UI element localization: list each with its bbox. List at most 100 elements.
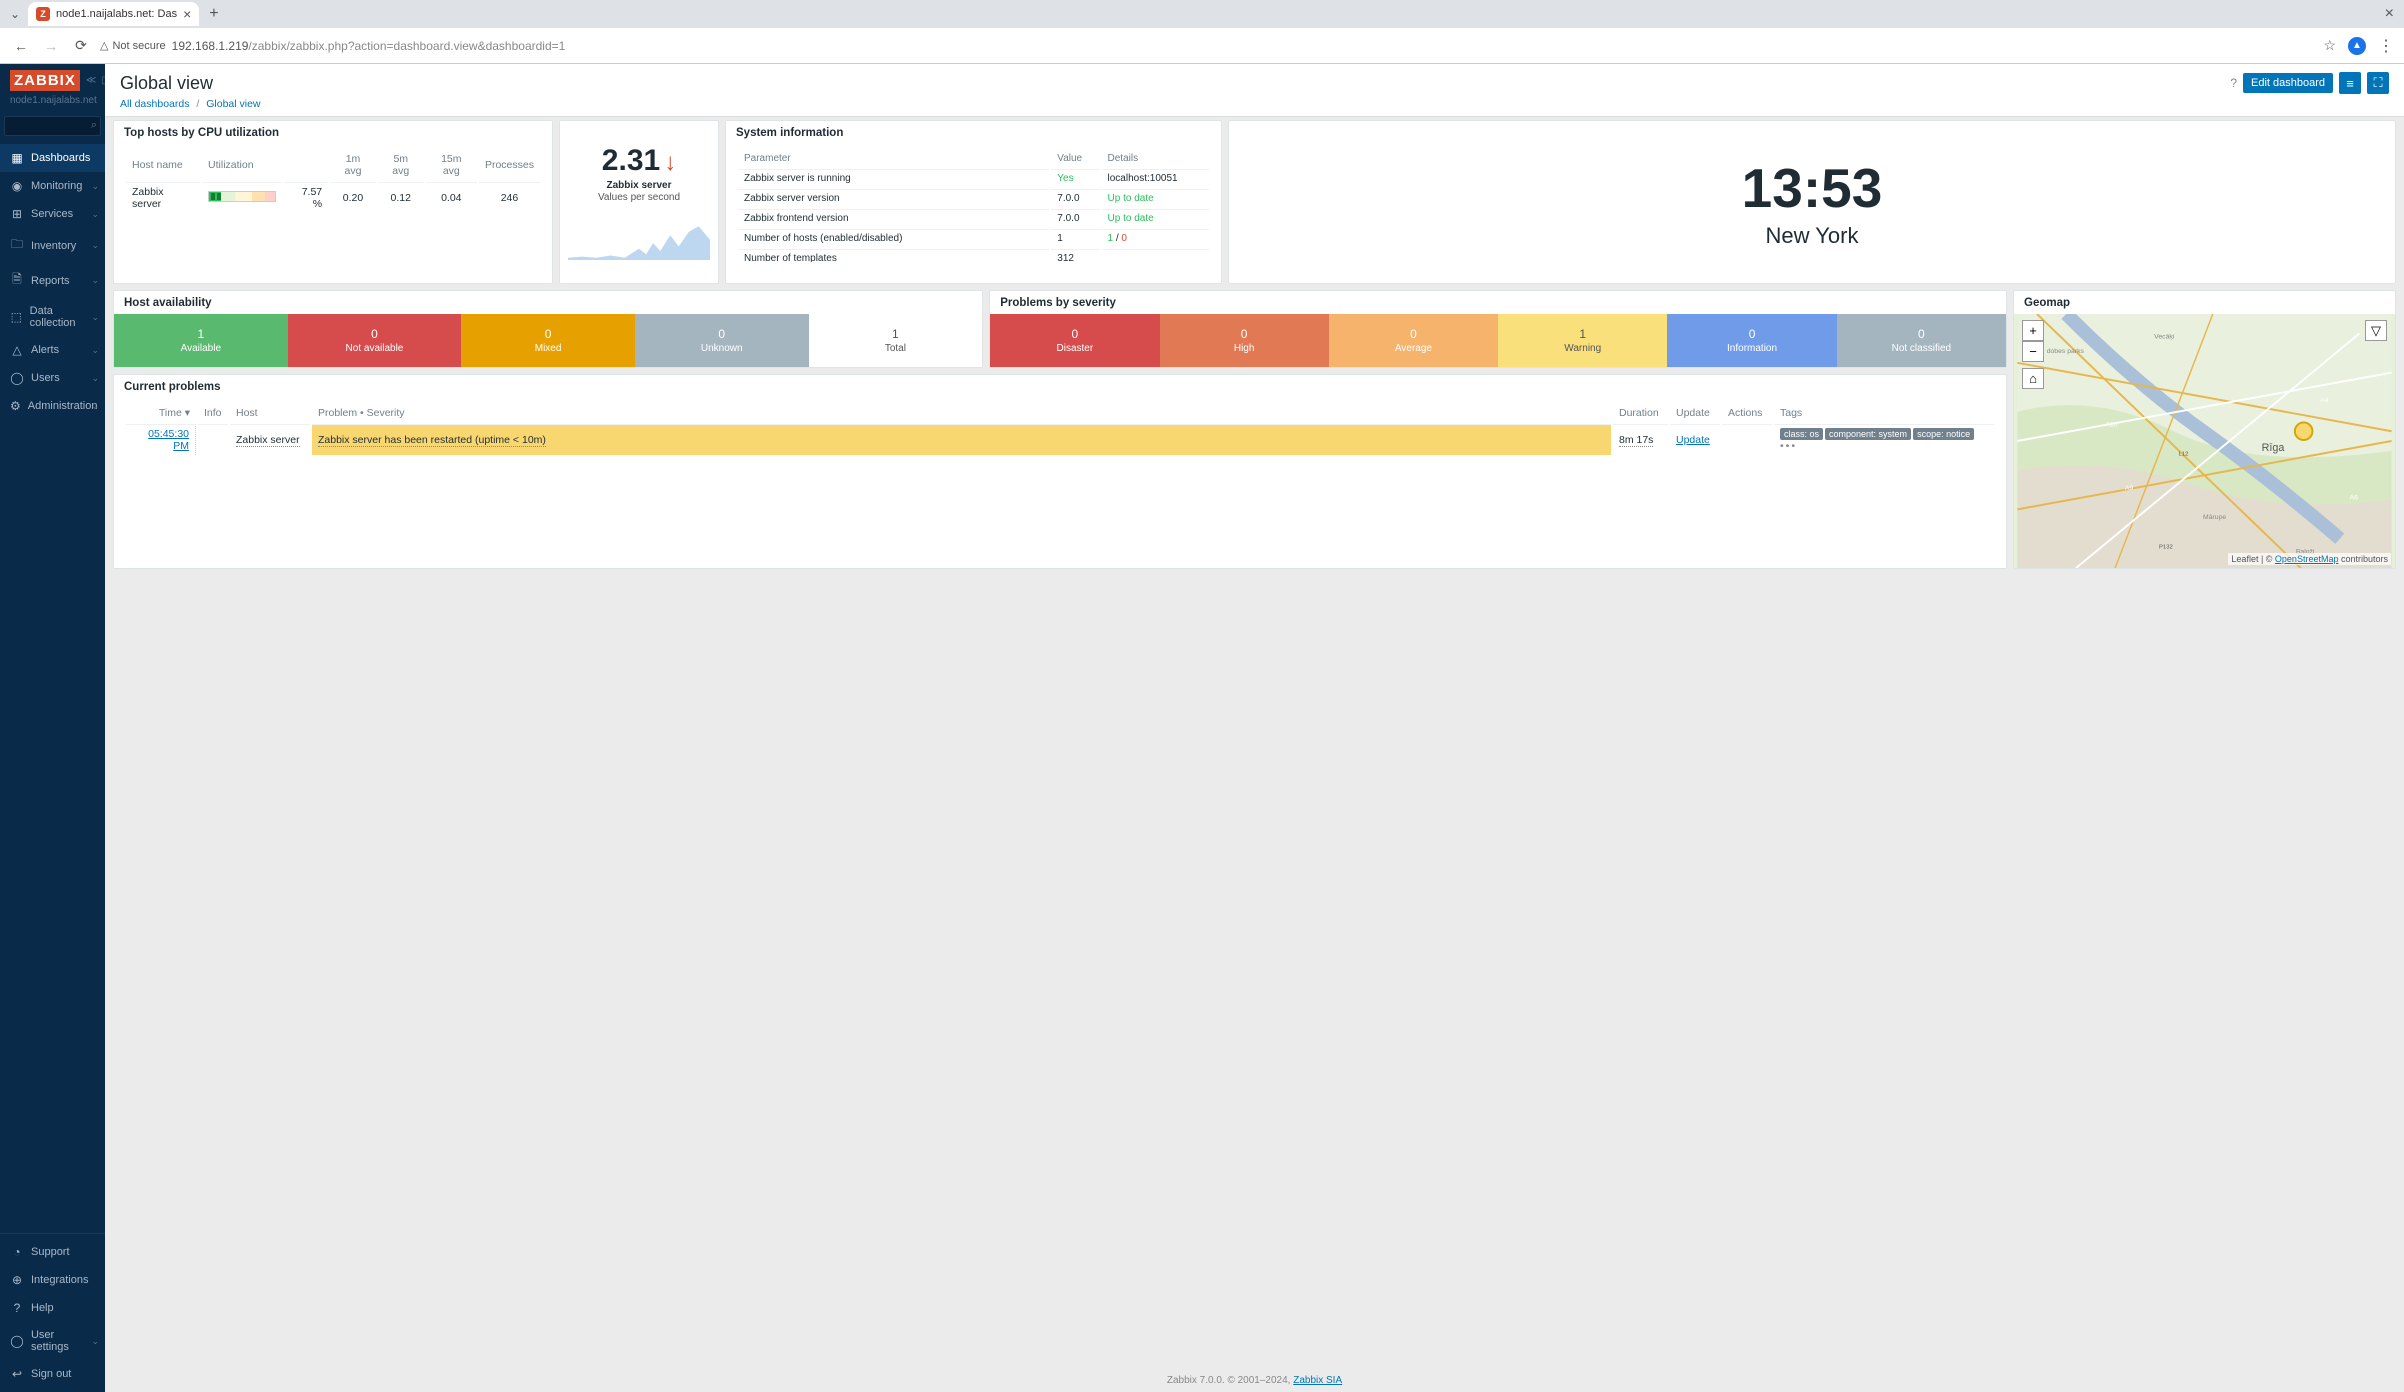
search-icon[interactable]: ⌕ — [91, 119, 97, 132]
url-display[interactable]: △ Not secure 192.168.1.219/zabbix/zabbix… — [100, 39, 2315, 53]
list-icon[interactable]: ≡ — [2339, 72, 2361, 94]
close-icon[interactable]: × — [183, 6, 191, 22]
page-title: Global view — [120, 73, 213, 94]
severity-tile[interactable]: 0Not available — [288, 314, 462, 367]
sidebar-item-administration[interactable]: ⚙Administration⌄ — [0, 392, 105, 420]
nav-icon: ⬚ — [10, 310, 23, 324]
chevron-down-icon: ⌄ — [91, 181, 99, 192]
sidebar-item-inventory[interactable]: 🗀Inventory⌄ — [0, 228, 105, 263]
nav-icon: ⚙ — [10, 399, 21, 413]
sidebar-item-support[interactable]: ◔Support — [0, 1238, 105, 1266]
profile-icon[interactable]: ▲ — [2348, 37, 2366, 55]
clock-location: New York — [1766, 223, 1859, 249]
back-icon[interactable]: ← — [10, 35, 32, 57]
severity-tile[interactable]: 1Available — [114, 314, 288, 367]
table-row: Number of hosts (enabled/disabled)11 / 0 — [738, 229, 1209, 247]
home-button[interactable]: ⌂ — [2022, 368, 2044, 389]
tag[interactable]: scope: notice — [1913, 428, 1974, 440]
nav-icon: ↩ — [10, 1367, 24, 1381]
sidebar-item-users[interactable]: ◯Users⌄ — [0, 364, 105, 392]
utilization-bar — [208, 191, 276, 202]
widget-top-hosts: Top hosts by CPU utilization Host nameUt… — [113, 120, 553, 284]
window-close-icon[interactable]: × — [2385, 5, 2394, 23]
severity-tile[interactable]: 1Total — [809, 314, 983, 367]
sidebar-item-alerts[interactable]: △Alerts⌄ — [0, 336, 105, 364]
collapse-icon[interactable]: ≪ — [86, 75, 96, 86]
svg-text:A4: A4 — [2320, 397, 2329, 404]
main-content: Global view ? Edit dashboard ≡ ⛶ All das… — [105, 64, 2404, 1392]
nav-icon: ▦ — [10, 151, 24, 165]
nav-icon: ? — [10, 1301, 24, 1315]
table-row: Zabbix server 7.57 % 0.20 0.12 0.04 246 — [126, 182, 540, 213]
nav-icon: ◯ — [10, 371, 24, 385]
sidebar-item-user-settings[interactable]: ◯User settings⌄ — [0, 1322, 105, 1360]
sidebar-item-sign-out[interactable]: ↩Sign out — [0, 1360, 105, 1388]
svg-text:Mārupe: Mārupe — [2203, 514, 2226, 521]
bookmark-icon[interactable]: ☆ — [2323, 37, 2336, 54]
sidebar-item-integrations[interactable]: ⊕Integrations — [0, 1266, 105, 1294]
widget-system-info: System information ParameterValueDetails… — [725, 120, 1222, 284]
new-tab-button[interactable]: + — [209, 5, 218, 23]
zoom-in-button[interactable]: + — [2022, 320, 2044, 341]
sidebar-search[interactable]: ⌕ — [4, 116, 101, 136]
nav-icon: ◉ — [10, 179, 24, 193]
severity-tile[interactable]: 0Not classified — [1837, 314, 2006, 367]
severity-tile[interactable]: 0Disaster — [990, 314, 1159, 367]
chevron-down-icon: ⌄ — [91, 373, 99, 384]
breadcrumb-current[interactable]: Global view — [206, 98, 260, 110]
sidebar-item-services[interactable]: ⊞Services⌄ — [0, 200, 105, 228]
zabbix-logo[interactable]: ZABBIX — [10, 70, 80, 91]
reload-icon[interactable]: ⟳ — [70, 35, 92, 57]
browser-tab[interactable]: Z node1.naijalabs.net: Das × — [28, 2, 199, 26]
nav-icon: 🗀 — [10, 235, 24, 256]
update-link[interactable]: Update — [1676, 434, 1710, 446]
fullscreen-icon[interactable]: ⛶ — [2367, 72, 2389, 94]
clock-time: 13:53 — [1742, 156, 1883, 220]
breadcrumb: All dashboards / Global view — [120, 98, 2389, 110]
favicon-icon: Z — [36, 7, 50, 21]
tag[interactable]: component: system — [1825, 428, 1911, 440]
dropdown-icon[interactable]: ⌄ — [6, 5, 24, 23]
sidebar-item-help[interactable]: ?Help — [0, 1294, 105, 1322]
map-attribution: Leaflet | © OpenStreetMap contributors — [2228, 553, 2391, 565]
help-icon[interactable]: ? — [2230, 76, 2237, 90]
current-problems-table: Time ▾InfoHostProblem • SeverityDuration… — [124, 402, 1996, 457]
severity-tile[interactable]: 0Average — [1329, 314, 1498, 367]
chevron-down-icon: ⌄ — [91, 312, 99, 323]
zoom-out-button[interactable]: − — [2022, 341, 2044, 362]
tab-title: node1.naijalabs.net: Das — [56, 8, 177, 20]
forward-icon[interactable]: → — [40, 35, 62, 57]
tag[interactable]: class: os — [1780, 428, 1823, 440]
chevron-down-icon: ⌄ — [91, 345, 99, 356]
table-row: Zabbix server is runningYeslocalhost:100… — [738, 169, 1209, 187]
severity-tile[interactable]: 0Mixed — [461, 314, 635, 367]
filter-icon[interactable]: ▽ — [2365, 320, 2387, 341]
sidebar-bottom: ◔Support⊕Integrations?Help◯User settings… — [0, 1233, 105, 1392]
search-input[interactable] — [4, 116, 101, 136]
breadcrumb-all[interactable]: All dashboards — [120, 98, 189, 110]
severity-tile[interactable]: 0High — [1160, 314, 1329, 367]
warning-icon: △ — [100, 39, 108, 52]
edit-dashboard-button[interactable]: Edit dashboard — [2243, 73, 2333, 93]
sidebar-item-data-collection[interactable]: ⬚Data collection⌄ — [0, 298, 105, 336]
more-icon[interactable]: ••• — [1780, 440, 1797, 452]
sidebar-item-dashboards[interactable]: ▦Dashboards — [0, 144, 105, 172]
table-row: Zabbix frontend version7.0.0Up to date — [738, 209, 1209, 227]
kebab-menu-icon[interactable]: ⋮ — [2378, 36, 2394, 56]
nav-icon: ⊕ — [10, 1273, 24, 1287]
geomap-canvas[interactable]: Rīga dobes parks Vecāķi Mārupe Baloži A9… — [2014, 314, 2395, 568]
svg-text:A10: A10 — [2105, 421, 2117, 428]
nav-icon: ◔ — [10, 1245, 24, 1259]
svg-text:dobes parks: dobes parks — [2047, 348, 2085, 355]
severity-tile[interactable]: 0Unknown — [635, 314, 809, 367]
sidebar-item-monitoring[interactable]: ◉Monitoring⌄ — [0, 172, 105, 200]
top-hosts-table: Host nameUtilization1m avg5m avg15m avgP… — [124, 148, 542, 215]
sidebar-item-reports[interactable]: 🗎Reports⌄ — [0, 263, 105, 298]
not-secure-badge: △ Not secure — [100, 39, 166, 52]
arrow-down-icon: ↓ — [664, 149, 676, 177]
nav-icon: ⊞ — [10, 207, 24, 221]
severity-tile[interactable]: 1Warning — [1498, 314, 1667, 367]
chevron-down-icon: ⌄ — [91, 1336, 99, 1347]
severity-tile[interactable]: 0Information — [1667, 314, 1836, 367]
page-header: Global view ? Edit dashboard ≡ ⛶ All das… — [105, 64, 2404, 117]
